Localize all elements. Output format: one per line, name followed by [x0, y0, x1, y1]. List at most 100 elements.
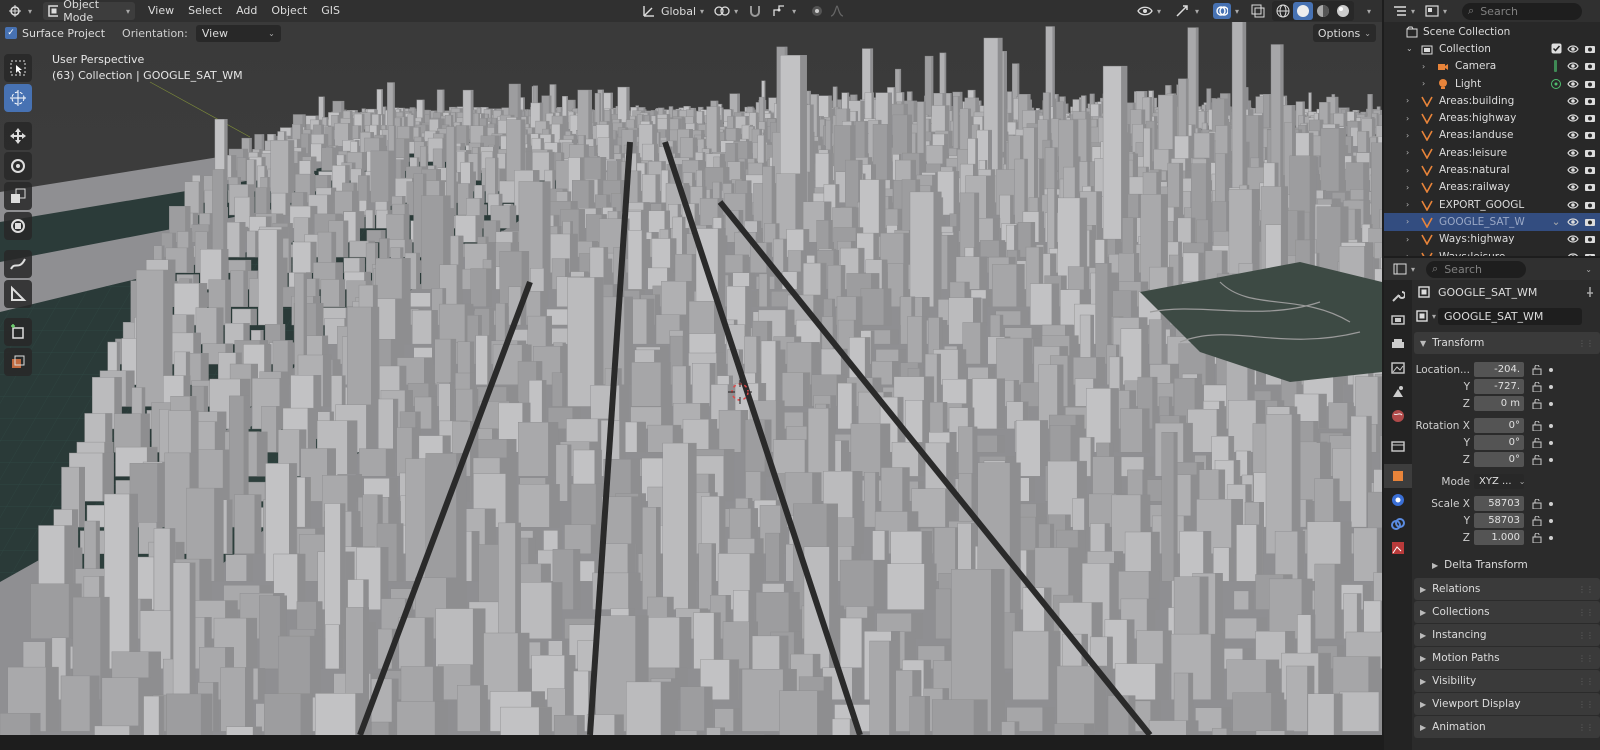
building-shadow	[841, 440, 849, 477]
building-shadow	[361, 152, 367, 171]
building-shadow	[79, 467, 85, 528]
building-shadow	[992, 218, 1000, 243]
building-shadow	[685, 366, 691, 407]
building-shadow	[1242, 22, 1246, 192]
building-shadow	[214, 488, 224, 582]
building-shadow	[851, 383, 857, 429]
building-shadow	[573, 549, 580, 610]
building-shadow	[1363, 162, 1369, 192]
building-shadow	[327, 194, 334, 215]
building-shadow	[231, 155, 237, 181]
building-shadow	[1340, 521, 1352, 582]
building-shadow	[1309, 212, 1314, 243]
building-shadow	[388, 150, 395, 203]
building-shadow	[588, 90, 592, 147]
building-shadow	[766, 273, 770, 307]
city-scene[interactable]	[0, 22, 1382, 735]
building-shadow	[830, 120, 832, 154]
building-shadow	[566, 96, 568, 130]
building-shadow	[569, 234, 578, 273]
building-shadow	[982, 298, 988, 325]
building-shadow	[359, 258, 365, 273]
building-shadow	[307, 408, 316, 453]
building-shadow	[331, 126, 334, 147]
building-shadow	[881, 259, 888, 290]
building-shadow	[441, 148, 445, 171]
building-shadow	[403, 214, 410, 243]
building-shadow	[1141, 328, 1149, 385]
building-shadow	[340, 503, 346, 639]
building-shadow	[870, 330, 875, 365]
building-shadow	[388, 497, 399, 528]
building-shadow	[385, 448, 395, 477]
building-shadow	[1067, 355, 1074, 407]
building-shadow	[656, 507, 661, 610]
building-shadow	[416, 253, 420, 290]
building-shadow	[285, 193, 291, 215]
building-shadow	[996, 378, 1005, 429]
building-shadow	[250, 309, 257, 325]
building-shadow	[1264, 147, 1267, 162]
building-shadow	[140, 413, 150, 453]
building-shadow	[655, 174, 660, 203]
building-shadow	[567, 444, 572, 502]
building-shadow	[578, 209, 585, 243]
building-shadow	[1038, 211, 1044, 243]
building-shadow	[1354, 209, 1361, 243]
building-shadow	[1020, 311, 1029, 326]
building-shadow	[1334, 564, 1342, 639]
building-shadow	[551, 582, 563, 639]
building-shadow	[682, 217, 686, 258]
building-shadow	[335, 145, 338, 154]
building-shadow	[456, 264, 463, 307]
building-shadow	[297, 554, 306, 610]
building-shadow	[760, 471, 766, 502]
building-shadow	[660, 362, 671, 407]
building-shadow	[637, 170, 642, 203]
building-shadow	[796, 271, 802, 290]
building-shadow	[1248, 590, 1254, 610]
building-shadow	[1215, 573, 1223, 639]
building-shadow	[979, 256, 988, 290]
building-shadow	[1104, 523, 1110, 554]
building-shadow	[200, 353, 209, 385]
building-shadow	[343, 220, 348, 258]
building-shadow	[980, 322, 987, 364]
building-shadow	[186, 247, 194, 273]
building-shadow	[1178, 255, 1182, 290]
building-shadow	[783, 239, 787, 273]
building-shadow	[672, 140, 677, 154]
building-shadow	[1247, 451, 1251, 477]
building-shadow	[775, 340, 781, 407]
building-shadow	[742, 254, 749, 273]
building-shadow	[1256, 524, 1263, 582]
building-shadow	[1161, 319, 1166, 365]
building-shadow	[1351, 136, 1353, 154]
building-shadow	[477, 153, 481, 181]
building-shadow	[1366, 131, 1370, 154]
building-shadow	[549, 484, 560, 528]
building-shadow	[239, 222, 246, 258]
building-shadow	[708, 419, 717, 453]
building-shadow	[486, 268, 492, 307]
building-shadow	[1089, 230, 1094, 273]
3d-viewport[interactable]: User Perspective (63) Collection | GOOGL…	[0, 22, 1382, 735]
building-shadow	[372, 210, 375, 229]
building-shadow	[924, 563, 937, 610]
building-shadow	[1090, 315, 1094, 365]
building-shadow	[702, 111, 705, 126]
building-shadow	[541, 380, 547, 429]
building-shadow	[716, 106, 720, 154]
building-shadow	[288, 238, 292, 273]
building-shadow	[956, 213, 959, 229]
building-shadow	[883, 288, 892, 326]
building-shadow	[890, 330, 899, 345]
building-shadow	[1054, 188, 1057, 258]
building-shadow	[347, 420, 358, 477]
building-shadow	[226, 499, 233, 554]
building-shadow	[453, 126, 457, 215]
building-shadow	[1142, 408, 1150, 453]
building-shadow	[1338, 128, 1345, 192]
building-shadow	[723, 455, 735, 502]
building-shadow	[276, 229, 283, 325]
